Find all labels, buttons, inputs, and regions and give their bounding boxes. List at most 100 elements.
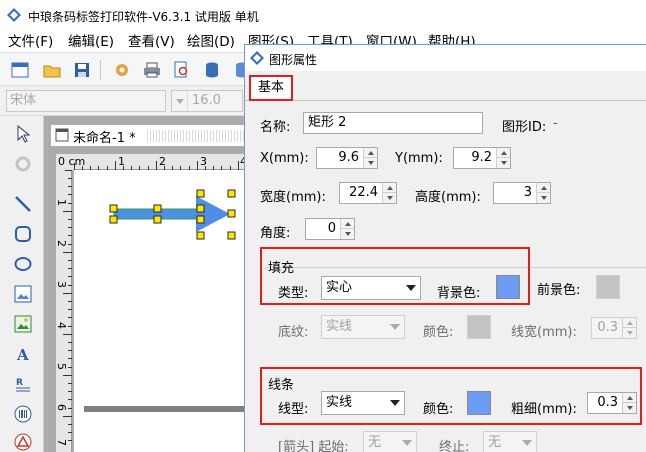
chevron-down-icon[interactable] bbox=[496, 158, 510, 168]
canvas-area: 未命名-1 * 0 cm 1 2 3 4 bbox=[44, 116, 247, 452]
save-icon[interactable] bbox=[72, 60, 92, 80]
rotate-icon[interactable] bbox=[11, 152, 35, 176]
shape-id-value: - bbox=[553, 116, 558, 131]
fill-bg-color-swatch[interactable] bbox=[496, 275, 520, 299]
barcode-icon[interactable] bbox=[11, 402, 35, 426]
toolbar-separator bbox=[100, 60, 101, 80]
line-color-label: 颜色: bbox=[423, 402, 454, 417]
document-tab[interactable]: 未命名-1 * bbox=[50, 124, 247, 146]
angle-field[interactable]: 0 bbox=[305, 218, 355, 240]
qrcode-icon[interactable] bbox=[11, 430, 35, 452]
dialog-tabs: 基本 bbox=[245, 71, 646, 101]
chevron-down-icon[interactable] bbox=[536, 193, 550, 203]
chevron-down-icon bbox=[402, 277, 420, 299]
image-icon[interactable] bbox=[11, 282, 35, 306]
arrow-end-select[interactable]: 无 bbox=[483, 431, 537, 452]
width-field[interactable]: 22.4 bbox=[339, 182, 397, 204]
pattern-color-swatch[interactable] bbox=[467, 315, 491, 339]
chevron-down-icon[interactable] bbox=[622, 328, 636, 338]
width-value: 22.4 bbox=[349, 185, 378, 200]
font-size-select[interactable]: 16.0 bbox=[171, 90, 243, 112]
line-icon[interactable] bbox=[11, 192, 35, 216]
new-icon[interactable] bbox=[10, 60, 30, 80]
width-label: 宽度(mm): bbox=[260, 190, 326, 205]
name-label: 名称: bbox=[260, 120, 291, 135]
y-value: 9.2 bbox=[471, 150, 492, 165]
line-type-label: 线型: bbox=[278, 402, 309, 417]
page-shadow bbox=[84, 406, 246, 412]
fill-type-select[interactable]: 实心 bbox=[321, 276, 421, 300]
y-label: Y(mm): bbox=[395, 151, 443, 166]
chevron-down-icon[interactable] bbox=[363, 158, 377, 168]
shape-id-label: 图形ID: bbox=[502, 120, 547, 135]
chevron-up-icon[interactable] bbox=[363, 148, 377, 158]
shape-properties-dialog: 图形属性 基本 名称: 矩形 2 图形ID: - X(mm): 9.6 Y(mm… bbox=[244, 44, 646, 452]
line-width-field[interactable]: 0.3 bbox=[587, 392, 637, 414]
chevron-down-icon[interactable] bbox=[622, 403, 636, 413]
name-field[interactable]: 矩形 2 bbox=[303, 112, 483, 134]
pointer-icon[interactable] bbox=[11, 122, 35, 146]
chevron-down-icon[interactable] bbox=[340, 229, 354, 239]
document-title: 未命名-1 * bbox=[73, 131, 136, 146]
rich-text-icon[interactable]: R bbox=[11, 372, 35, 396]
line-width-value: 0.3 bbox=[597, 395, 618, 410]
line-color-swatch[interactable] bbox=[467, 391, 491, 415]
y-field[interactable]: 9.2 bbox=[453, 147, 511, 169]
height-value: 3 bbox=[523, 185, 532, 200]
pattern-select[interactable]: 实线 bbox=[321, 315, 405, 339]
chevron-up-icon[interactable] bbox=[496, 148, 510, 158]
arrow-end-label: 终止: bbox=[439, 440, 470, 452]
ruler-h-label: 3 bbox=[200, 155, 207, 168]
svg-text:A: A bbox=[16, 346, 29, 363]
chevron-up-icon[interactable] bbox=[622, 393, 636, 403]
menu-draw[interactable]: 绘图(D) bbox=[187, 32, 235, 52]
chevron-up-icon[interactable] bbox=[340, 219, 354, 229]
database-icon[interactable] bbox=[202, 60, 222, 80]
fill-type-value: 实心 bbox=[326, 280, 353, 295]
ruler-h-label: 2 bbox=[159, 155, 166, 168]
ruler-v-label: 6 bbox=[55, 404, 68, 411]
fill-fg-color-swatch[interactable] bbox=[596, 275, 620, 299]
pattern-value: 实线 bbox=[326, 319, 353, 334]
horizontal-ruler: 0 cm 1 2 3 4 bbox=[58, 154, 247, 170]
line-type-select[interactable]: 实线 bbox=[321, 391, 405, 415]
rounded-rect-icon[interactable] bbox=[11, 222, 35, 246]
text-icon[interactable]: A bbox=[11, 342, 35, 366]
font-size-value: 16.0 bbox=[192, 93, 221, 108]
arrow-shape[interactable] bbox=[74, 170, 246, 406]
fill-bg-color-label: 背景色: bbox=[437, 286, 481, 301]
height-field[interactable]: 3 bbox=[493, 182, 551, 204]
app-logo-icon bbox=[7, 8, 21, 22]
font-name-select[interactable]: 宋体 bbox=[6, 90, 166, 112]
label-page[interactable] bbox=[74, 170, 246, 452]
picture-icon[interactable] bbox=[11, 312, 35, 336]
arrow-start-select[interactable]: 无 bbox=[363, 431, 417, 452]
pattern-linewidth-field[interactable]: 0.3 bbox=[591, 317, 637, 339]
chevron-down-icon bbox=[518, 432, 536, 452]
settings-icon[interactable] bbox=[112, 60, 132, 80]
x-value: 9.6 bbox=[338, 150, 359, 165]
menu-file[interactable]: 文件(F) bbox=[8, 32, 53, 52]
chevron-down-icon[interactable] bbox=[382, 193, 396, 203]
x-field[interactable]: 9.6 bbox=[316, 147, 378, 169]
font-name-value: 宋体 bbox=[10, 93, 37, 108]
arrow-end-value: 无 bbox=[488, 435, 502, 450]
tab-basic[interactable]: 基本 bbox=[249, 75, 293, 101]
menu-view[interactable]: 查看(V) bbox=[128, 32, 175, 52]
dialog-title-bar[interactable]: 图形属性 bbox=[245, 45, 646, 71]
open-icon[interactable] bbox=[42, 60, 62, 80]
dialog-logo-icon bbox=[250, 51, 264, 65]
chevron-up-icon[interactable] bbox=[536, 183, 550, 193]
chevron-up-icon[interactable] bbox=[622, 318, 636, 328]
print-preview-icon[interactable] bbox=[172, 60, 192, 80]
menu-edit[interactable]: 编辑(E) bbox=[68, 32, 114, 52]
angle-label: 角度: bbox=[260, 226, 291, 241]
pattern-linewidth-label: 线宽(mm): bbox=[511, 325, 577, 340]
dialog-title: 图形属性 bbox=[269, 53, 318, 67]
chevron-up-icon[interactable] bbox=[382, 183, 396, 193]
ruler-v-label: 7 bbox=[55, 439, 68, 446]
print-icon[interactable] bbox=[142, 60, 162, 80]
ellipse-icon[interactable] bbox=[11, 252, 35, 276]
fill-type-label: 类型: bbox=[278, 286, 309, 301]
tab-hatch bbox=[147, 130, 247, 142]
